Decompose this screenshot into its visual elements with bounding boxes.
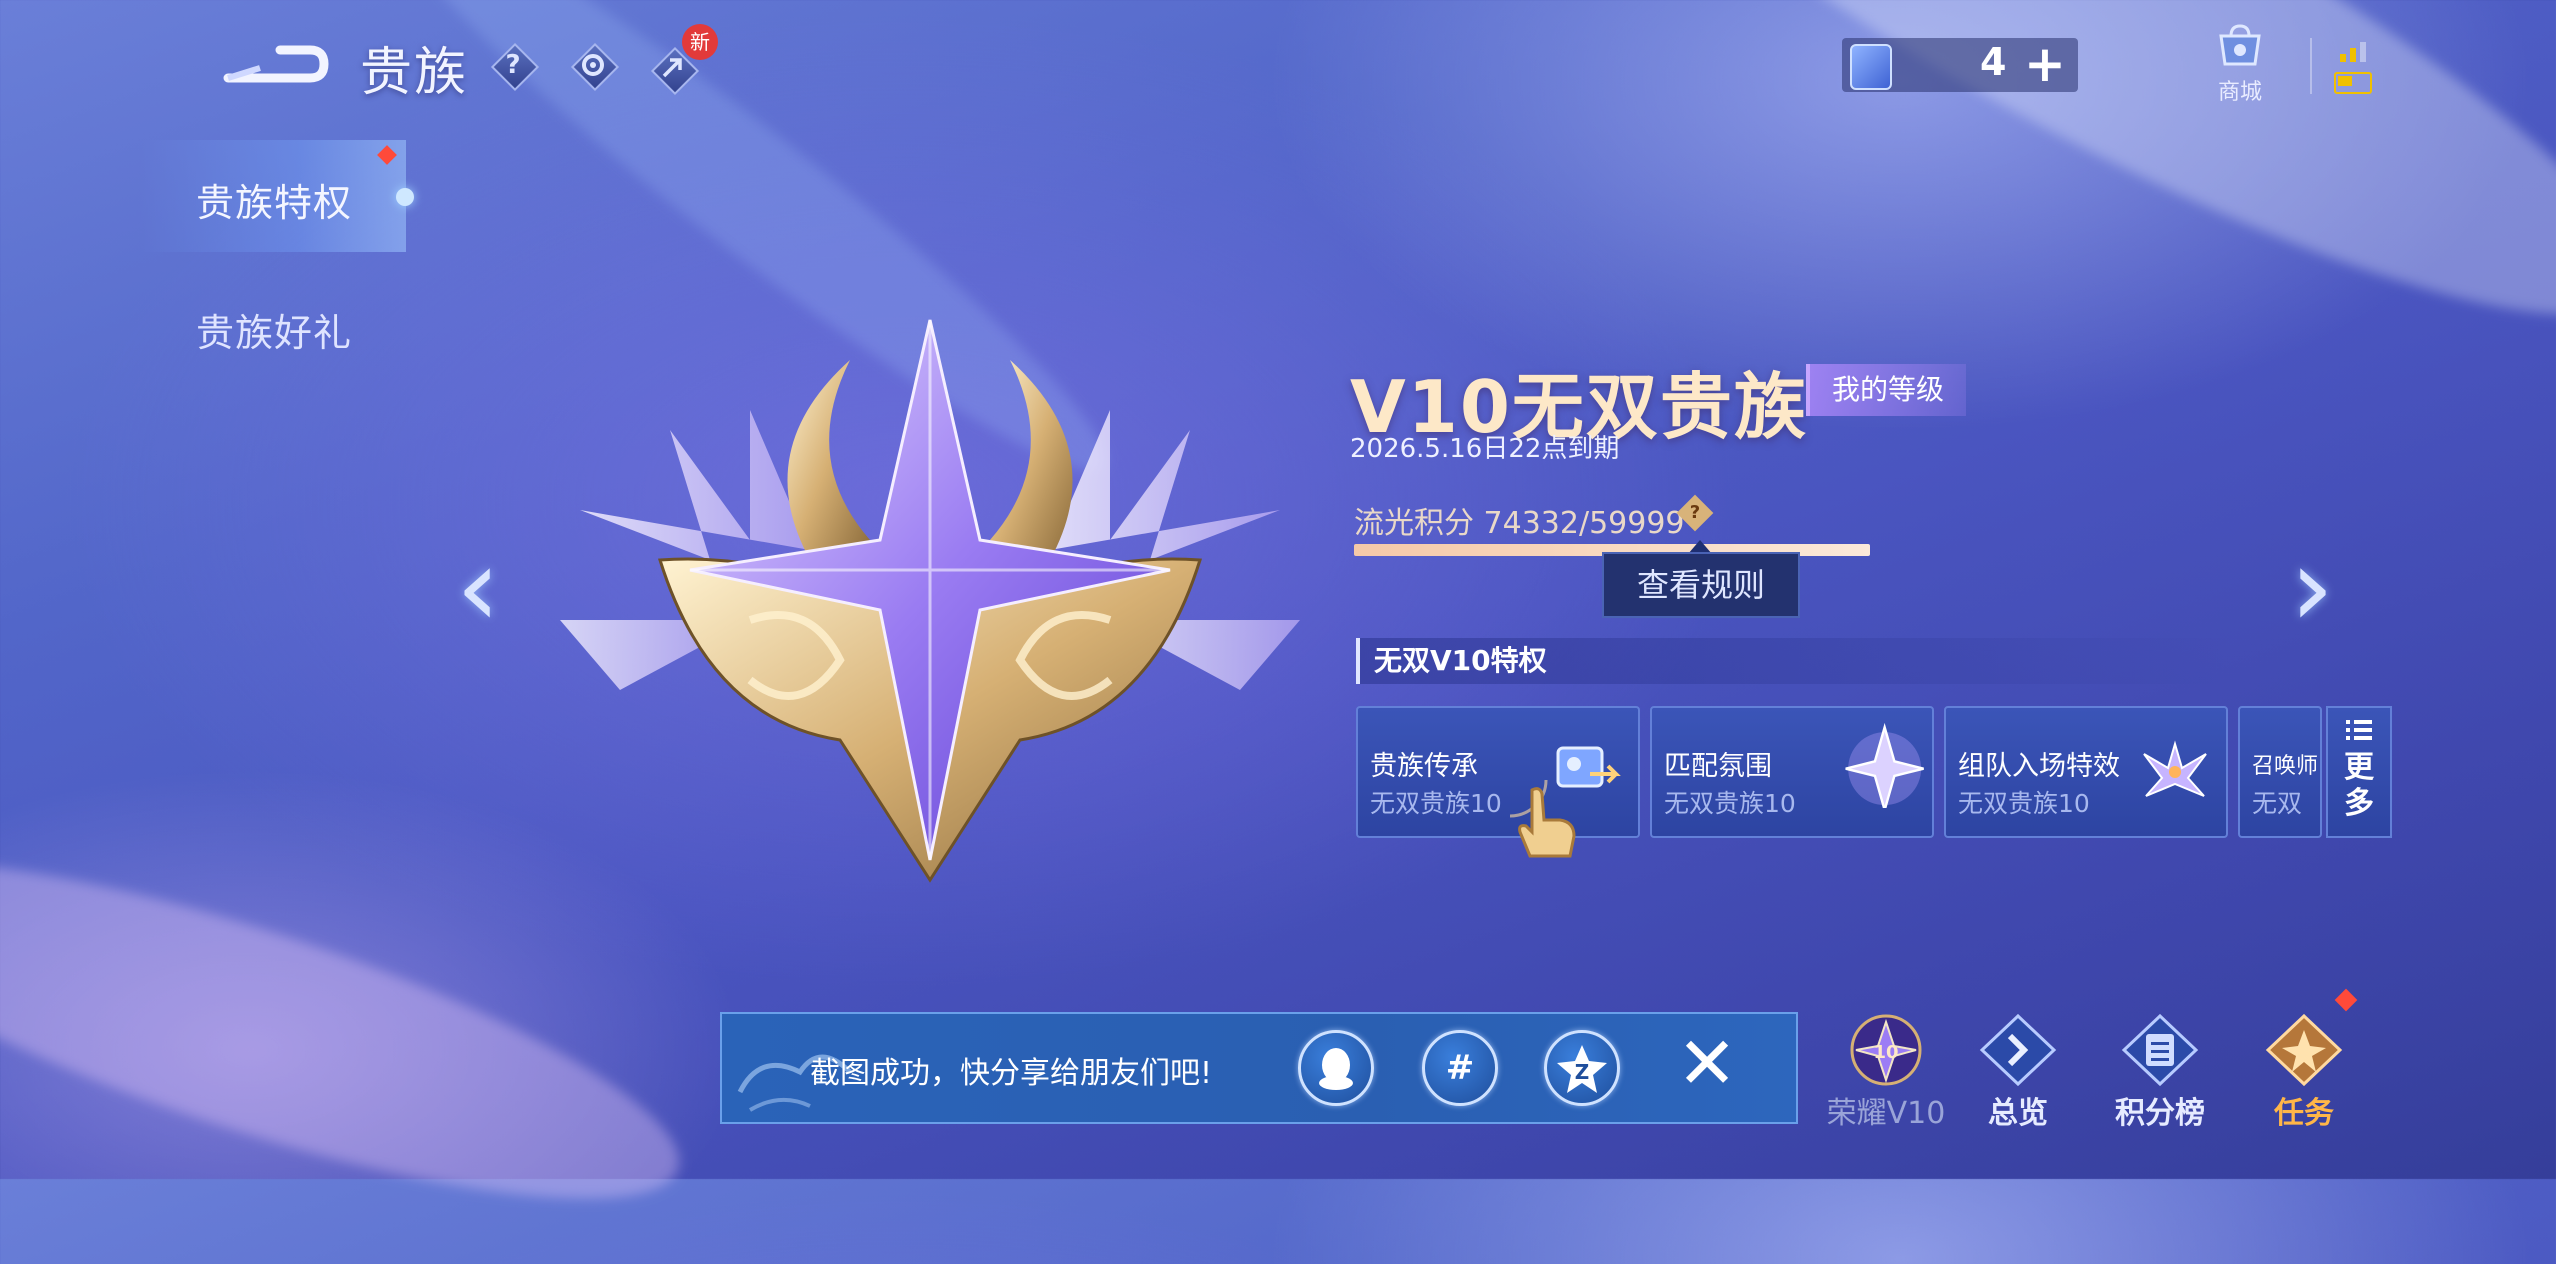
svg-text:Z: Z bbox=[1575, 1060, 1590, 1084]
privilege-card[interactable]: 匹配氛围 无双贵族10 bbox=[1650, 706, 1934, 838]
gear-icon bbox=[582, 54, 604, 76]
ticket-count: 4 bbox=[1980, 40, 2007, 84]
team-entrance-icon bbox=[2143, 740, 2207, 797]
svg-text:10: 10 bbox=[1873, 1042, 1898, 1063]
question-icon: ? bbox=[505, 50, 521, 80]
privilege-card[interactable]: 召唤师 无双 bbox=[2238, 706, 2322, 838]
match-atmosphere-icon bbox=[1845, 722, 1924, 808]
hashtag-icon: # bbox=[1445, 1048, 1475, 1088]
privilege-subtitle: 无双贵族10 bbox=[1958, 789, 2090, 818]
divider bbox=[2310, 38, 2312, 94]
ranking-icon bbox=[2121, 1013, 2199, 1087]
privilege-card[interactable]: 贵族传承 无双贵族10 bbox=[1356, 706, 1640, 838]
privilege-subtitle: 无双贵族10 bbox=[1664, 789, 1796, 818]
toast-message: 截图成功，快分享给朋友们吧! bbox=[810, 1056, 1213, 1091]
prev-arrow-icon[interactable]: ‹ bbox=[456, 532, 500, 642]
battery-icon bbox=[2334, 72, 2372, 94]
task-icon bbox=[2265, 1013, 2343, 1087]
bottom-nav-ranking[interactable]: 积分榜 bbox=[2100, 1012, 2220, 1132]
bottom-nav-label: 荣耀V10 bbox=[1826, 1096, 1946, 1131]
points-label: 流光积分 74332/59999 bbox=[1354, 506, 1685, 541]
bottom-nav-label: 积分榜 bbox=[2115, 1096, 2205, 1131]
overview-icon bbox=[1979, 1013, 2057, 1087]
page-title: 贵族 bbox=[360, 43, 469, 103]
sidebar-item-noble-gifts[interactable]: 贵族好礼 bbox=[196, 302, 352, 357]
qzone-star-icon: Z bbox=[1557, 1045, 1607, 1093]
pointer-hand-icon bbox=[1510, 780, 1576, 858]
privilege-subtitle: 无双贵族10 bbox=[1370, 789, 1502, 818]
bottom-nav-label: 总览 bbox=[1988, 1096, 2048, 1131]
my-level-tag: 我的等级 bbox=[1806, 364, 1967, 416]
signal-icon bbox=[2340, 42, 2366, 62]
expire-date: 2026.5.16日22点到期 bbox=[1350, 434, 1620, 464]
sidebar-item-noble-privileges[interactable]: 贵族特权 bbox=[196, 172, 352, 227]
more-privileges-button[interactable]: 更 多 bbox=[2326, 706, 2392, 838]
shop-label: 商城 bbox=[2217, 80, 2262, 105]
new-badge: 新 bbox=[682, 24, 718, 60]
list-icon bbox=[2346, 720, 2372, 740]
share-qq-button[interactable] bbox=[1298, 1030, 1374, 1106]
shop-button[interactable]: 商城 bbox=[2200, 22, 2280, 106]
privilege-card[interactable]: 组队入场特效 无双贵族10 bbox=[1944, 706, 2228, 838]
active-indicator bbox=[396, 188, 414, 206]
settings-button[interactable] bbox=[570, 42, 620, 92]
privilege-title: 召唤师 bbox=[2252, 754, 2319, 779]
share-qzone-button[interactable]: Z bbox=[1544, 1030, 1620, 1106]
bottom-nav-label: 任务 bbox=[2274, 1096, 2334, 1131]
points-help-icon[interactable]: ? bbox=[1676, 494, 1714, 532]
more-label-2: 多 bbox=[2344, 786, 2374, 821]
bottom-nav-overview[interactable]: 总览 bbox=[1958, 1012, 2078, 1132]
ticket-icon bbox=[1850, 44, 1892, 90]
close-toast-button[interactable]: ✕ bbox=[1672, 1027, 1742, 1100]
shop-icon bbox=[2219, 24, 2261, 66]
privilege-title: 组队入场特效 bbox=[1958, 751, 2120, 782]
view-rules-button[interactable]: 查看规则 bbox=[1602, 552, 1800, 618]
more-label-1: 更 bbox=[2344, 750, 2374, 785]
bottom-nav-honor[interactable]: 10 荣耀V10 bbox=[1826, 1012, 1946, 1132]
qq-icon bbox=[1319, 1048, 1353, 1090]
v10-noble-emblem bbox=[560, 319, 1300, 883]
add-ticket-button[interactable]: + bbox=[2024, 36, 2066, 92]
privileges-section-title: 无双V10特权 bbox=[1356, 638, 2234, 684]
back-icon[interactable] bbox=[220, 38, 330, 90]
bottom-nav-tasks[interactable]: 任务 bbox=[2244, 1012, 2364, 1132]
notification-dot bbox=[2334, 988, 2358, 1012]
help-button[interactable]: ? bbox=[490, 42, 540, 92]
next-arrow-icon[interactable]: › bbox=[2290, 532, 2334, 642]
privilege-subtitle: 无双 bbox=[2252, 789, 2303, 818]
honor-v10-icon: 10 bbox=[1850, 1014, 1922, 1086]
privilege-title: 匹配氛围 bbox=[1664, 751, 1772, 782]
privilege-title: 贵族传承 bbox=[1370, 751, 1478, 782]
share-wechat-moments-button[interactable]: # bbox=[1422, 1030, 1498, 1106]
